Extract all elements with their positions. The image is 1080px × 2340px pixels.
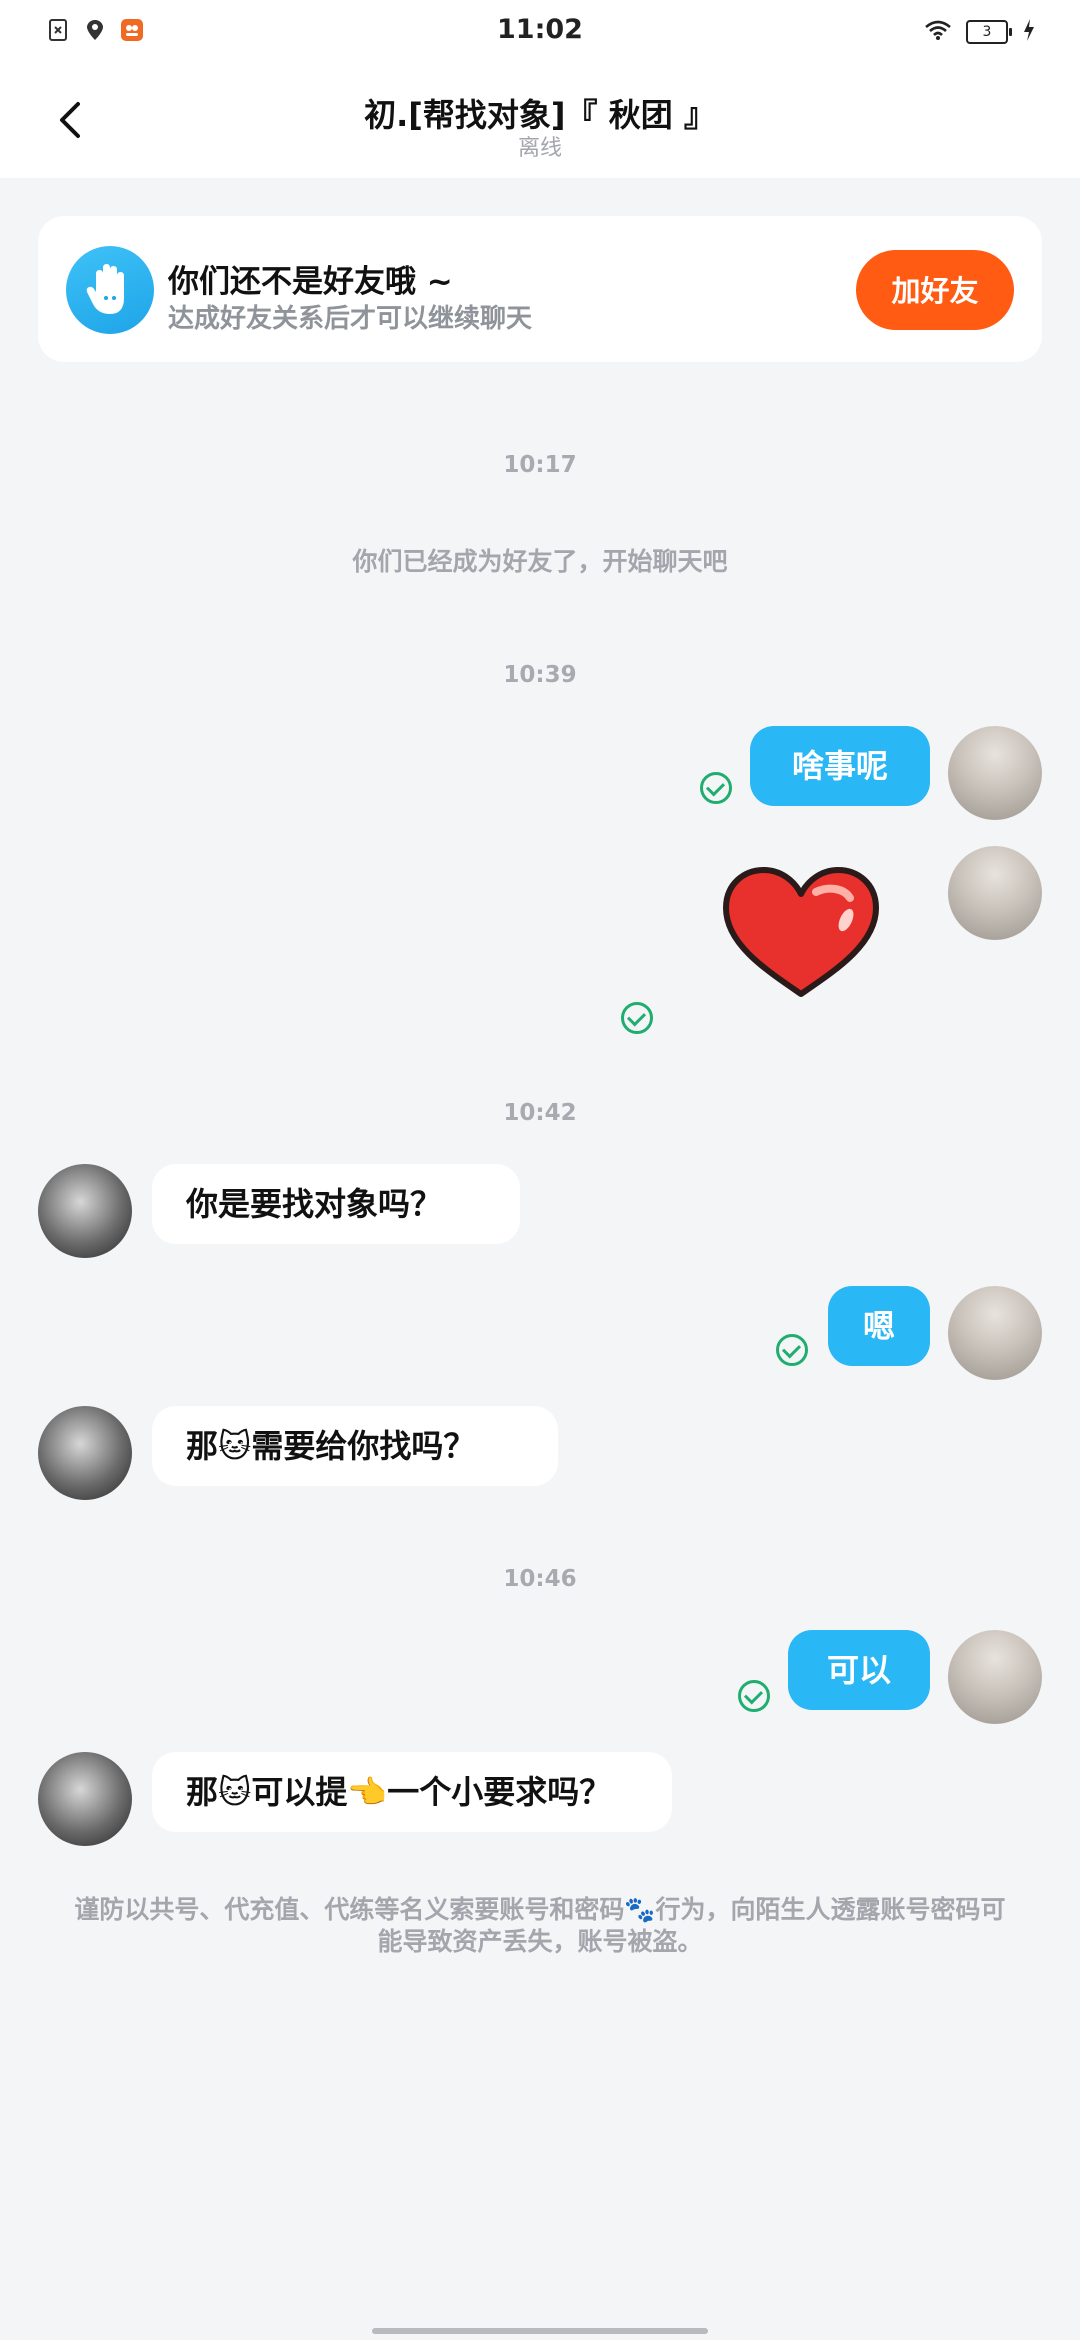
message-bubble[interactable]: 那🐱可以提👈一个小要求吗？ xyxy=(152,1752,672,1832)
avatar[interactable] xyxy=(38,1406,132,1500)
timestamp: 10:42 xyxy=(503,1100,577,1126)
wifi-icon xyxy=(924,19,952,45)
read-check-icon xyxy=(776,1334,808,1366)
system-message: 你们已经成为好友了，开始聊天吧 xyxy=(352,547,728,576)
read-check-icon xyxy=(621,1002,653,1034)
message-bubble[interactable]: 啥事呢 xyxy=(750,726,930,806)
red-heart-sticker[interactable] xyxy=(716,862,886,1002)
timestamp: 10:39 xyxy=(503,662,577,688)
timestamp: 10:17 xyxy=(503,452,577,478)
home-indicator[interactable] xyxy=(372,2328,708,2334)
add-friend-button[interactable]: 加好友 xyxy=(856,250,1014,330)
avatar[interactable] xyxy=(38,1752,132,1846)
avatar[interactable] xyxy=(948,846,1042,940)
avatar[interactable] xyxy=(948,1286,1042,1380)
hand-wave-icon xyxy=(66,246,154,334)
status-time: 11:02 xyxy=(497,14,583,45)
read-check-icon xyxy=(738,1680,770,1712)
message-bubble[interactable]: 可以 xyxy=(788,1630,930,1710)
avatar[interactable] xyxy=(948,726,1042,820)
online-status: 离线 xyxy=(517,136,562,161)
banner-title: 你们还不是好友哦 ~ xyxy=(168,264,453,300)
message-bubble[interactable]: 嗯 xyxy=(828,1286,930,1366)
timestamp: 10:46 xyxy=(503,1566,577,1592)
avatar[interactable] xyxy=(38,1164,132,1258)
message-bubble[interactable]: 那🐱需要给你找吗？ xyxy=(152,1406,558,1486)
not-friend-banner: 你们还不是好友哦 ~ 达成好友关系后才可以继续聊天 加好友 xyxy=(38,216,1042,362)
battery-icon: 3 xyxy=(966,20,1012,44)
security-warning: 谨防以共号、代充值、代练等名义索要账号和密码🐾行为，向陌生人透露账号密码可能导致… xyxy=(74,1895,1006,1956)
avatar[interactable] xyxy=(948,1630,1042,1724)
read-check-icon xyxy=(700,772,732,804)
message-bubble[interactable]: 你是要找对象吗？ xyxy=(152,1164,520,1244)
chat-header: 初.[帮找对象]『 秋团 』 离线 xyxy=(0,62,1080,178)
banner-description: 达成好友关系后才可以继续聊天 xyxy=(168,304,533,334)
charging-icon xyxy=(1022,18,1036,46)
status-bar: 11:02 3 xyxy=(0,0,1080,62)
